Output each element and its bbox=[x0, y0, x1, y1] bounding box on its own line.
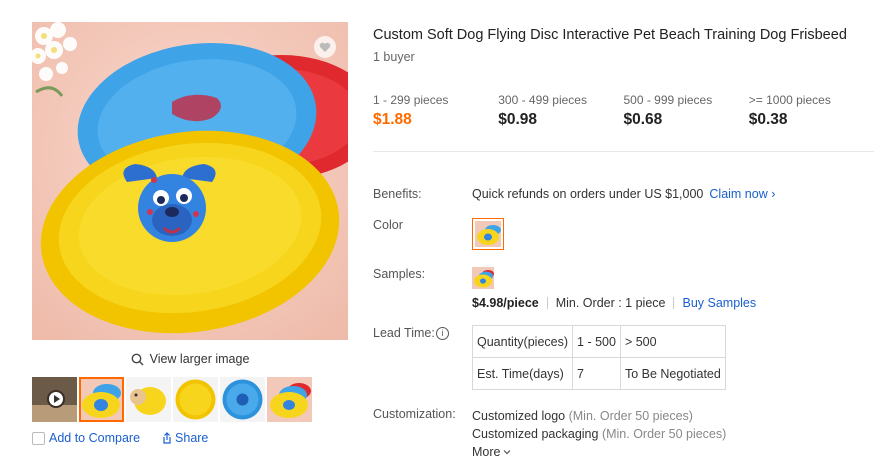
separator bbox=[673, 297, 675, 309]
benefits-value: Quick refunds on orders under US $1,000 C… bbox=[472, 187, 775, 201]
tier-price: $1.88 bbox=[373, 111, 412, 128]
customization-name: Customized packaging bbox=[472, 427, 599, 441]
thumbnail-yellow-disc[interactable] bbox=[173, 377, 218, 422]
table-cell: > 500 bbox=[619, 325, 726, 358]
tier-price: $0.38 bbox=[748, 111, 788, 128]
price-tier: 500 - 999 pieces $0.68 bbox=[624, 93, 749, 129]
customization-list: Customized logo (Min. Order 50 pieces) C… bbox=[472, 407, 726, 461]
customization-name: Customized logo bbox=[472, 409, 566, 423]
sample-swatch[interactable] bbox=[472, 267, 494, 292]
tier-range: >= 1000 pieces bbox=[748, 93, 831, 107]
share-label: Share bbox=[175, 431, 209, 445]
tier-range: 1 - 299 pieces bbox=[373, 93, 449, 107]
tier-price: $0.68 bbox=[623, 111, 663, 128]
thumbnail-strip bbox=[32, 377, 348, 422]
table-row: Quantity(pieces) 1 - 500 > 500 bbox=[471, 325, 726, 358]
table-cell: 1 - 500 bbox=[572, 325, 621, 358]
sample-info: $4.98/piece Min. Order : 1 piece Buy Sam… bbox=[472, 296, 756, 310]
compare-checkbox[interactable] bbox=[32, 431, 45, 445]
product-gallery: View larger image Add to Compare Share bbox=[32, 22, 348, 445]
product-info: Custom Soft Dog Flying Disc Interactive … bbox=[373, 26, 874, 152]
separator bbox=[546, 297, 548, 309]
thumbnail-yellow-frisbee[interactable] bbox=[79, 377, 124, 422]
main-product-image[interactable] bbox=[32, 22, 348, 340]
sample-min-order: Min. Order : 1 piece bbox=[555, 296, 666, 310]
share-button[interactable]: Share bbox=[161, 431, 208, 445]
claim-now-link[interactable]: Claim now › bbox=[709, 187, 775, 201]
table-row: Est. Time(days) 7 To Be Negotiated bbox=[471, 357, 726, 390]
customization-label: Customization: bbox=[373, 407, 456, 421]
price-tier: 1 - 299 pieces $1.88 bbox=[373, 93, 498, 129]
lead-time-table-wrap: Quantity(pieces) 1 - 500 > 500 Est. Time… bbox=[471, 325, 726, 390]
lead-time-label: Lead Time: bbox=[373, 326, 435, 340]
thumbnail-frisbee-set[interactable] bbox=[267, 377, 312, 422]
lead-time-label-group: Lead Time: i bbox=[373, 326, 449, 341]
table-cell: Est. Time(days) bbox=[471, 357, 574, 390]
buy-samples-link[interactable]: Buy Samples bbox=[682, 296, 756, 310]
frisbee-photo bbox=[32, 22, 348, 340]
customization-item: Customized logo (Min. Order 50 pieces) bbox=[472, 407, 726, 425]
thumbnail-dog-frisbee[interactable] bbox=[126, 377, 171, 422]
favorite-heart-icon[interactable] bbox=[314, 36, 336, 58]
table-cell: To Be Negotiated bbox=[619, 357, 726, 390]
share-icon bbox=[163, 432, 171, 444]
add-to-compare-link[interactable]: Add to Compare bbox=[49, 431, 140, 445]
tier-range: 300 - 499 pieces bbox=[498, 93, 587, 107]
tier-price: $0.98 bbox=[498, 111, 538, 128]
divider bbox=[373, 151, 874, 152]
buyer-count: 1 buyer bbox=[373, 50, 415, 64]
view-larger-label: View larger image bbox=[149, 352, 250, 366]
benefits-text: Quick refunds on orders under US $1,000 bbox=[472, 187, 704, 201]
price-tier: 300 - 499 pieces $0.98 bbox=[498, 93, 623, 129]
price-tiers: 1 - 299 pieces $1.88 300 - 499 pieces $0… bbox=[373, 93, 874, 129]
thumbnail-blue-disc[interactable] bbox=[220, 377, 265, 422]
customization-item: Customized packaging (Min. Order 50 piec… bbox=[472, 425, 726, 443]
table-cell: 7 bbox=[572, 357, 621, 390]
price-tier: >= 1000 pieces $0.38 bbox=[749, 93, 874, 129]
more-toggle[interactable]: More bbox=[472, 443, 726, 461]
view-larger-image-link[interactable]: View larger image bbox=[32, 349, 348, 369]
benefits-label: Benefits: bbox=[373, 187, 422, 201]
customization-note: (Min. Order 50 pieces) bbox=[568, 409, 693, 423]
samples-label: Samples: bbox=[373, 267, 426, 281]
info-icon[interactable]: i bbox=[435, 327, 449, 341]
lead-time-table: Quantity(pieces) 1 - 500 > 500 Est. Time… bbox=[471, 325, 726, 390]
gallery-actions: Add to Compare Share bbox=[32, 431, 348, 445]
chevron-down-icon bbox=[504, 450, 511, 455]
product-title: Custom Soft Dog Flying Disc Interactive … bbox=[373, 27, 847, 43]
magnifier-icon bbox=[131, 353, 144, 365]
table-cell: Quantity(pieces) bbox=[471, 325, 574, 358]
thumbnail-video[interactable] bbox=[32, 377, 77, 422]
color-swatch-selected[interactable] bbox=[472, 218, 504, 250]
sample-price: $4.98/piece bbox=[472, 296, 539, 310]
color-label: Color bbox=[373, 218, 403, 232]
customization-note: (Min. Order 50 pieces) bbox=[601, 427, 727, 441]
more-label: More bbox=[472, 445, 501, 459]
tier-range: 500 - 999 pieces bbox=[623, 93, 713, 107]
